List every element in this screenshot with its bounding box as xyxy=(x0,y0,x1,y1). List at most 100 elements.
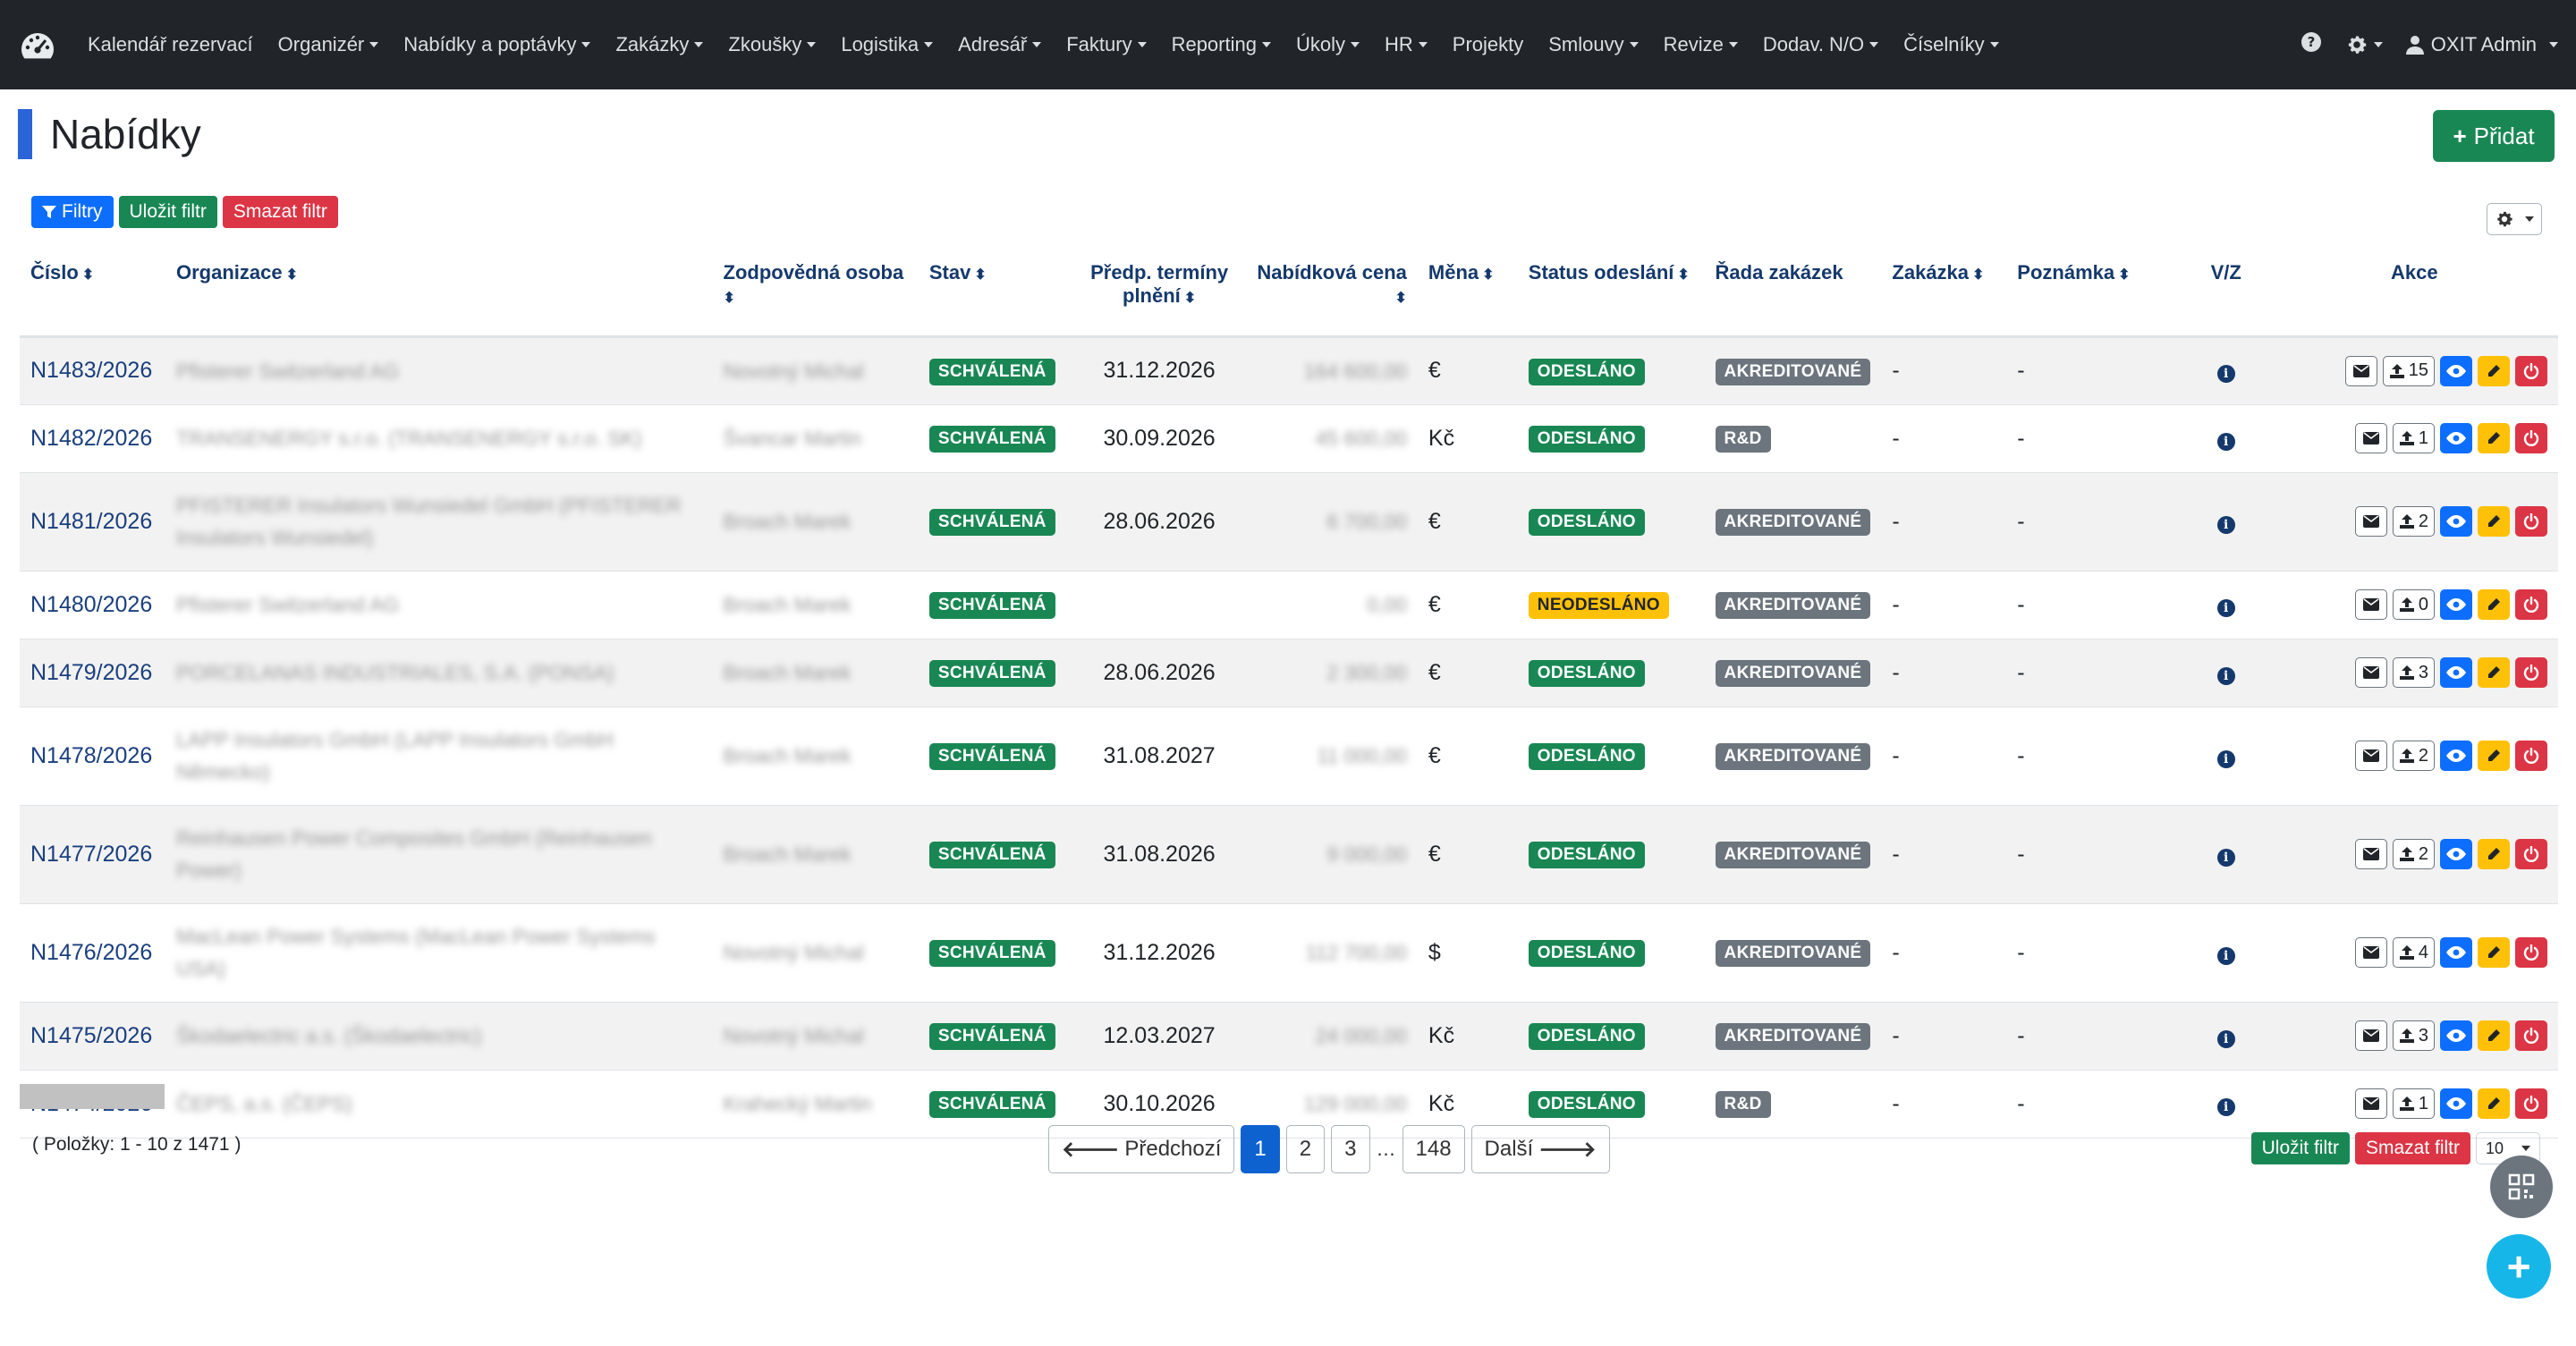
edit-button[interactable] xyxy=(2478,741,2510,771)
offer-number-link[interactable]: N1477/2026 xyxy=(30,842,152,867)
info-icon[interactable]: i xyxy=(2216,848,2235,867)
nav-item-10[interactable]: HR xyxy=(1385,33,1428,56)
nav-item-4[interactable]: Zkoušky xyxy=(728,33,817,56)
nav-item-14[interactable]: Dodav. N/O xyxy=(1763,33,1879,56)
edit-button[interactable] xyxy=(2478,589,2510,620)
email-button[interactable] xyxy=(2344,355,2377,386)
edit-button[interactable] xyxy=(2478,355,2510,386)
view-button[interactable] xyxy=(2440,423,2472,453)
table-row[interactable]: N1477/2026 Reinhausen Power Composites G… xyxy=(20,805,2558,904)
offer-number-link[interactable]: N1481/2026 xyxy=(30,509,152,534)
nav-item-12[interactable]: Smlouvy xyxy=(1548,33,1639,56)
table-row[interactable]: N1476/2026 MacLean Power Systems (MacLea… xyxy=(20,903,2558,1003)
edit-button[interactable] xyxy=(2478,839,2510,869)
delete-button[interactable] xyxy=(2515,506,2547,537)
delete-button[interactable] xyxy=(2515,657,2547,688)
offer-number-link[interactable]: N1480/2026 xyxy=(30,592,152,617)
view-button[interactable] xyxy=(2440,1020,2472,1051)
upload-button[interactable]: 1 xyxy=(2392,423,2435,453)
edit-button[interactable] xyxy=(2478,1088,2510,1119)
email-button[interactable] xyxy=(2354,1088,2387,1119)
edit-button[interactable] xyxy=(2478,1020,2510,1051)
col-stav[interactable]: Stav ⬍ xyxy=(918,250,1074,338)
email-button[interactable] xyxy=(2354,423,2387,453)
dashboard-logo-icon[interactable] xyxy=(18,25,57,64)
nav-item-6[interactable]: Adresář xyxy=(958,33,1042,56)
view-button[interactable] xyxy=(2440,657,2472,688)
col-osoba[interactable]: Zodpovědná osoba ⬍ xyxy=(712,250,919,338)
upload-button[interactable]: 1 xyxy=(2392,1088,2435,1119)
offer-number-link[interactable]: N1482/2026 xyxy=(30,426,152,451)
clear-filter-button-bottom[interactable]: Smazat filtr xyxy=(2354,1132,2470,1164)
info-icon[interactable]: i xyxy=(2216,1097,2235,1116)
email-button[interactable] xyxy=(2354,589,2387,620)
column-settings-dropdown[interactable] xyxy=(2487,203,2542,235)
nav-item-5[interactable]: Logistika xyxy=(841,33,934,56)
info-icon[interactable]: i xyxy=(2216,1029,2235,1048)
upload-button[interactable]: 0 xyxy=(2392,589,2435,620)
col-poznamka[interactable]: Poznámka ⬍ xyxy=(2006,250,2182,338)
email-button[interactable] xyxy=(2354,1020,2387,1051)
email-button[interactable] xyxy=(2354,741,2387,771)
help-icon[interactable]: ? xyxy=(2301,31,2322,58)
nav-item-15[interactable]: Číselníky xyxy=(1903,33,1999,56)
view-button[interactable] xyxy=(2440,1088,2472,1119)
user-menu[interactable]: OXIT Admin xyxy=(2405,33,2558,56)
table-row[interactable]: N1482/2026 TRANSENERGY s.r.o. (TRANSENER… xyxy=(20,404,2558,473)
delete-button[interactable] xyxy=(2515,839,2547,869)
upload-button[interactable]: 2 xyxy=(2392,506,2435,537)
edit-button[interactable] xyxy=(2478,937,2510,968)
col-organizace[interactable]: Organizace ⬍ xyxy=(165,250,713,338)
info-icon[interactable]: i xyxy=(2216,515,2235,534)
delete-button[interactable] xyxy=(2515,1088,2547,1119)
info-icon[interactable]: i xyxy=(2216,432,2235,451)
nav-item-9[interactable]: Úkoly xyxy=(1296,33,1360,56)
offer-number-link[interactable]: N1478/2026 xyxy=(30,743,152,768)
table-row[interactable]: N1481/2026 PFISTERER Insulators Wunsiede… xyxy=(20,472,2558,571)
email-button[interactable] xyxy=(2354,839,2387,869)
floating-add-button[interactable]: + xyxy=(2487,1234,2551,1299)
nav-item-8[interactable]: Reporting xyxy=(1172,33,1271,56)
table-row[interactable]: N1479/2026 PORCELANAS INDUSTRIALES, S.A.… xyxy=(20,639,2558,707)
col-zakazka[interactable]: Zakázka ⬍ xyxy=(1881,250,2007,338)
clear-filter-button[interactable]: Smazat filtr xyxy=(222,196,338,228)
col-cena[interactable]: Nabídková cena ⬍ xyxy=(1244,250,1418,338)
offer-number-link[interactable]: N1476/2026 xyxy=(30,940,152,965)
nav-item-13[interactable]: Revize xyxy=(1664,33,1738,56)
delete-button[interactable] xyxy=(2515,355,2547,386)
page-1[interactable]: 1 xyxy=(1241,1125,1280,1173)
offer-number-link[interactable]: N1483/2026 xyxy=(30,358,152,383)
edit-button[interactable] xyxy=(2478,423,2510,453)
delete-button[interactable] xyxy=(2515,1020,2547,1051)
prev-page-button[interactable]: 🡐 Předchozí xyxy=(1048,1125,1235,1173)
delete-button[interactable] xyxy=(2515,423,2547,453)
settings-dropdown[interactable] xyxy=(2345,33,2383,56)
offer-number-link[interactable]: N1479/2026 xyxy=(30,660,152,685)
nav-item-7[interactable]: Faktury xyxy=(1066,33,1147,56)
nav-item-11[interactable]: Projekty xyxy=(1453,33,1523,56)
filters-button[interactable]: Filtry xyxy=(31,196,114,228)
table-row[interactable]: N1478/2026 LAPP Insulators GmbH (LAPP In… xyxy=(20,707,2558,806)
view-button[interactable] xyxy=(2440,506,2472,537)
save-filter-button[interactable]: Uložit filtr xyxy=(118,196,217,228)
email-button[interactable] xyxy=(2354,506,2387,537)
add-button[interactable]: + Přidat xyxy=(2433,110,2555,162)
delete-button[interactable] xyxy=(2515,937,2547,968)
next-page-button[interactable]: Další 🡒 xyxy=(1470,1125,1610,1173)
nav-item-3[interactable]: Zakázky xyxy=(615,33,704,56)
table-row[interactable]: N1480/2026 Pfisterer Switzerland AG Broa… xyxy=(20,571,2558,639)
delete-button[interactable] xyxy=(2515,741,2547,771)
upload-button[interactable]: 15 xyxy=(2382,355,2435,386)
info-icon[interactable]: i xyxy=(2216,598,2235,617)
info-icon[interactable]: i xyxy=(2216,666,2235,685)
col-cislo[interactable]: Číslo ⬍ xyxy=(20,250,165,338)
view-button[interactable] xyxy=(2440,839,2472,869)
view-button[interactable] xyxy=(2440,589,2472,620)
info-icon[interactable]: i xyxy=(2216,749,2235,768)
info-icon[interactable]: i xyxy=(2216,365,2235,383)
nav-item-1[interactable]: Organizér xyxy=(278,33,379,56)
view-button[interactable] xyxy=(2440,937,2472,968)
nav-item-0[interactable]: Kalendář rezervací xyxy=(88,33,253,56)
save-filter-button-bottom[interactable]: Uložit filtr xyxy=(2250,1132,2350,1164)
page-3[interactable]: 3 xyxy=(1331,1125,1370,1173)
